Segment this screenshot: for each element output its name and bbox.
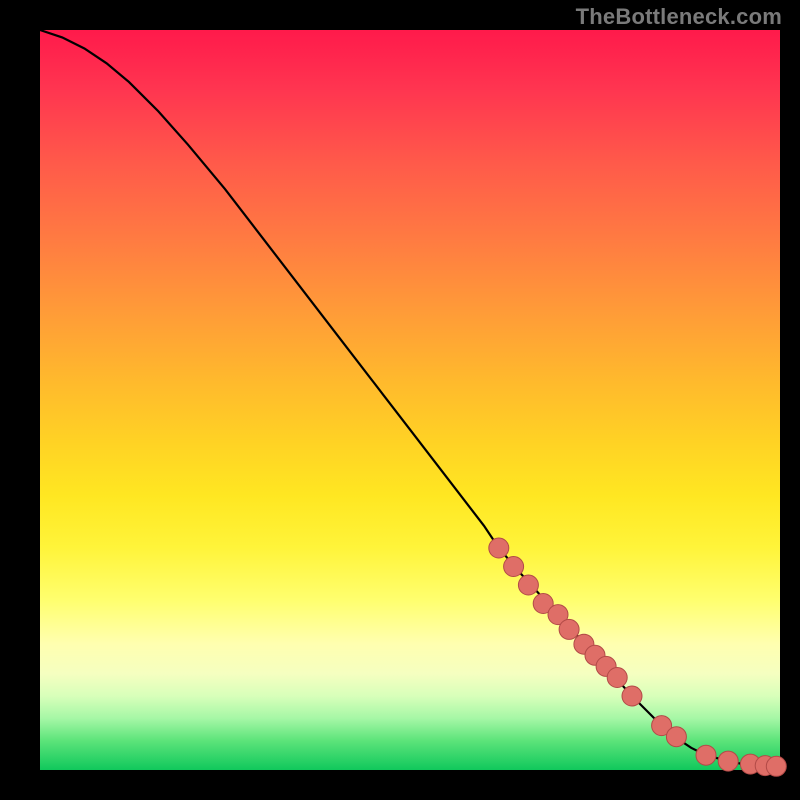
data-marker: [504, 557, 524, 577]
data-marker: [518, 575, 538, 595]
data-marker: [622, 686, 642, 706]
data-marker: [607, 668, 627, 688]
data-marker: [666, 727, 686, 747]
chart-overlay: [40, 30, 780, 770]
data-marker: [696, 745, 716, 765]
data-marker: [559, 619, 579, 639]
bottleneck-curve: [40, 30, 780, 767]
watermark-label: TheBottleneck.com: [576, 4, 782, 30]
data-marker: [489, 538, 509, 558]
marker-group: [489, 538, 787, 776]
data-marker: [766, 756, 786, 776]
data-marker: [718, 751, 738, 771]
chart-frame: TheBottleneck.com: [0, 0, 800, 800]
